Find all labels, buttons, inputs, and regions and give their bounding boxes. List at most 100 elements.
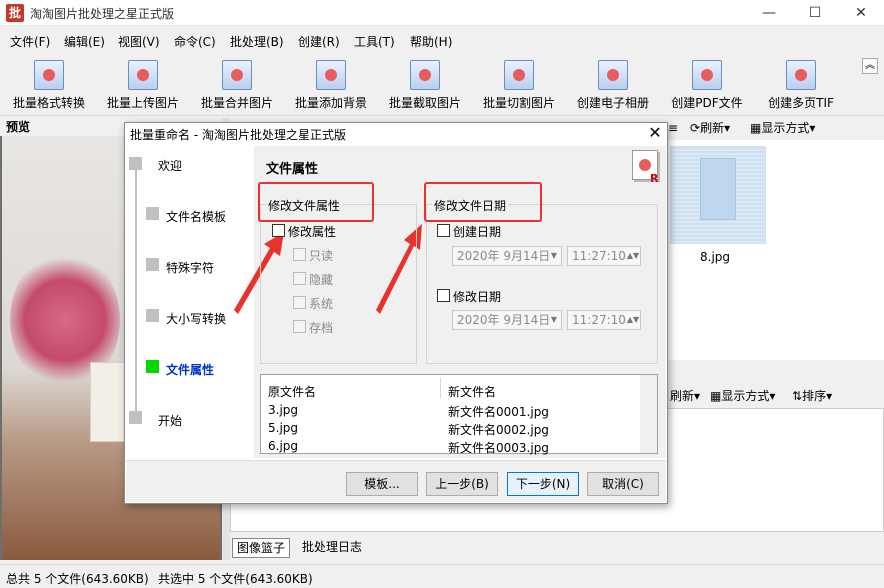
table-row-new: 新文件名0002.jpg — [448, 423, 549, 437]
sort-button[interactable]: ⇅排序▾ — [792, 386, 832, 406]
nav-step-icon — [129, 157, 142, 170]
menu-help[interactable]: 帮助(H) — [410, 33, 452, 50]
tool-format-convert[interactable]: 批量格式转换 — [10, 58, 88, 112]
create-date-input[interactable]: 2020年 9月14日 ▼ — [452, 246, 562, 266]
minimize-button[interactable]: — — [746, 0, 792, 26]
menu-edit[interactable]: 编辑(E) — [64, 33, 105, 50]
table-row-new: 新文件名0001.jpg — [448, 405, 549, 419]
menu-tools[interactable]: 工具(T) — [354, 33, 395, 50]
tool-upload[interactable]: 批量上传图片 — [104, 58, 182, 112]
tool-merge[interactable]: 批量合并图片 — [198, 58, 276, 112]
modify-date-label: 修改日期 — [453, 290, 502, 304]
system-label: 系统 — [309, 297, 334, 311]
highlight-attr — [258, 182, 374, 222]
tif-icon — [786, 60, 816, 90]
tool-crop[interactable]: 批量截取图片 — [386, 58, 464, 112]
nav-start[interactable]: 开始 — [158, 412, 182, 429]
sort-icon: ⇅ — [792, 389, 803, 403]
merge-icon — [222, 60, 252, 90]
template-button[interactable]: 模板... — [346, 472, 418, 496]
refresh-button[interactable]: ⟳刷新▾ — [690, 118, 730, 138]
prev-button[interactable]: 上一步(B) — [426, 472, 498, 496]
col-new: 新文件名 — [448, 385, 497, 399]
create-time-input[interactable]: 11:27:10 ▲▼ — [567, 246, 641, 266]
status-total: 总共 5 个文件(643.60KB) — [6, 572, 149, 586]
archive-label: 存档 — [309, 321, 334, 335]
maximize-button[interactable]: ☐ — [792, 0, 838, 26]
hidden-checkbox[interactable] — [293, 272, 306, 285]
menu-file[interactable]: 文件(F) — [10, 33, 50, 50]
next-button[interactable]: 下一步(N) — [507, 472, 579, 496]
tool-tif[interactable]: 创建多页TIF — [764, 58, 838, 112]
modify-attr-label: 修改属性 — [288, 225, 337, 239]
modify-date-checkbox[interactable] — [437, 289, 450, 302]
nav-case-convert[interactable]: 大小写转换 — [166, 310, 226, 327]
modify-attr-checkbox[interactable] — [272, 224, 285, 237]
tab-image-basket[interactable]: 图像篮子 — [232, 538, 291, 558]
nav-file-attributes[interactable]: 文件属性 — [166, 361, 214, 378]
tool-pdf[interactable]: 创建PDF文件 — [668, 58, 746, 112]
rename-badge-icon: R — [650, 172, 659, 185]
archive-checkbox[interactable] — [293, 320, 306, 333]
wizard-nav-line — [135, 164, 137, 420]
dropdown-icon: ▼ — [550, 251, 558, 260]
app-logo-icon: 批 — [6, 4, 24, 22]
format-convert-icon — [34, 60, 64, 90]
table-row-original: 5.jpg — [268, 421, 299, 435]
list-scrollbar[interactable] — [640, 375, 657, 453]
dialog-title: 批量重命名 - 淘淘图片批处理之星正式版 — [130, 128, 346, 142]
refresh-icon: ⟳ — [690, 121, 701, 135]
nav-welcome[interactable]: 欢迎 — [158, 157, 182, 174]
table-row-original: 3.jpg — [268, 403, 299, 417]
thumbnail-image — [700, 158, 736, 220]
nav-step-icon — [129, 411, 142, 424]
readonly-checkbox[interactable] — [293, 248, 306, 261]
dialog-close-icon[interactable]: ✕ — [642, 122, 668, 144]
highlight-date — [424, 182, 542, 222]
create-date-label: 创建日期 — [453, 225, 502, 239]
close-button[interactable]: ✕ — [838, 0, 884, 26]
thumbnail-name: 8.jpg — [700, 250, 731, 264]
cancel-button[interactable]: 取消(C) — [587, 472, 659, 496]
nav-step-icon — [146, 258, 159, 271]
grid-icon: ▦ — [710, 389, 722, 403]
col-original: 原文件名 — [268, 385, 317, 399]
menu-create[interactable]: 创建(R) — [298, 33, 340, 50]
background-icon — [316, 60, 346, 90]
tool-album[interactable]: 创建电子相册 — [574, 58, 652, 112]
right-toolbar: ≡ ⟳刷新▾ ▦显示方式▾ — [668, 118, 884, 138]
create-date-checkbox[interactable] — [437, 224, 450, 237]
menu-view[interactable]: 视图(V) — [118, 33, 160, 50]
right-toolbar-more[interactable]: ≡ — [668, 118, 678, 138]
lower-toolbar: 刷新▾ ▦显示方式▾ ⇅排序▾ — [660, 386, 884, 406]
tab-batch-log[interactable]: 批处理日志 — [298, 538, 366, 558]
menu-command[interactable]: 命令(C) — [174, 33, 216, 50]
modify-time-input[interactable]: 11:27:10 ▲▼ — [567, 310, 641, 330]
modify-date-input[interactable]: 2020年 9月14日 ▼ — [452, 310, 562, 330]
nav-special-chars[interactable]: 特殊字符 — [166, 259, 214, 276]
table-row-new: 新文件名0003.jpg — [448, 441, 549, 455]
tool-cut[interactable]: 批量切割图片 — [480, 58, 558, 112]
status-bar: 总共 5 个文件(643.60KB) 共选中 5 个文件(643.60KB) — [0, 564, 884, 588]
bottom-tabs: 图像篮子 批处理日志 — [230, 536, 884, 560]
display-mode2-button[interactable]: ▦显示方式▾ — [710, 386, 775, 406]
grid-icon: ▦ — [750, 121, 762, 135]
album-icon — [598, 60, 628, 90]
cut-icon — [504, 60, 534, 90]
upload-icon — [128, 60, 158, 90]
tool-background[interactable]: 批量添加背景 — [292, 58, 370, 112]
hidden-label: 隐藏 — [309, 273, 334, 287]
crop-icon — [410, 60, 440, 90]
chevron-up-icon[interactable]: ︽ — [862, 58, 878, 74]
system-checkbox[interactable] — [293, 296, 306, 309]
nav-current-step-icon — [146, 360, 159, 373]
nav-filename-template[interactable]: 文件名模板 — [166, 208, 226, 225]
display-mode-button[interactable]: ▦显示方式▾ — [750, 118, 815, 138]
refresh2-button[interactable]: 刷新▾ — [670, 386, 700, 406]
window-title: 淘淘图片批处理之星正式版 — [30, 7, 175, 21]
menu-batch[interactable]: 批处理(B) — [230, 33, 284, 50]
table-row-original: 6.jpg — [268, 439, 299, 453]
spinner-icon: ▲▼ — [626, 251, 640, 260]
readonly-label: 只读 — [309, 249, 334, 263]
status-selected: 共选中 5 个文件(643.60KB) — [158, 572, 313, 586]
